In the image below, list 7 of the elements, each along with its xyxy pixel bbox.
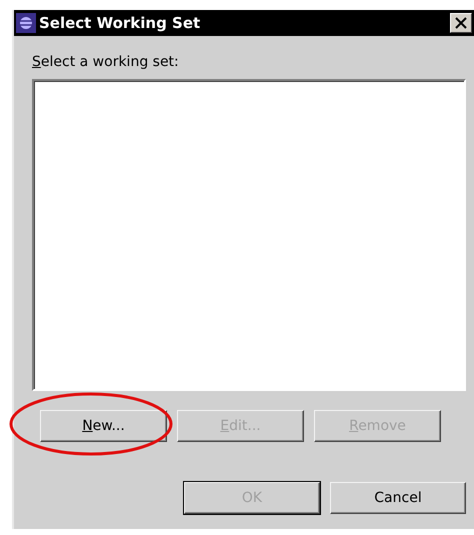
window-title: Select Working Set [39,14,202,32]
close-button[interactable] [450,13,472,33]
list-label: Select a working set: [32,54,179,70]
dialog-button[interactable]: Cancel [330,482,466,514]
list-button[interactable]: New... [40,410,167,442]
app-logo-icon [16,13,36,33]
close-icon [455,17,467,29]
